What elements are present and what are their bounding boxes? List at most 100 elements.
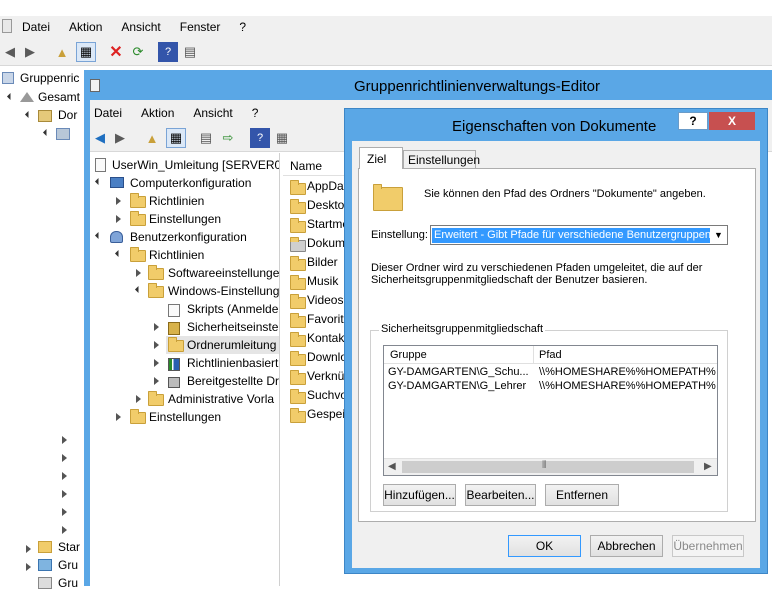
editor-menu-aktion[interactable]: Aktion (141, 106, 174, 120)
tree-redirect[interactable]: Ordnerumleitung (187, 336, 276, 354)
tree-gru1[interactable]: Gru (58, 556, 78, 574)
remove-button[interactable]: Entfernen (545, 484, 619, 506)
properties-icon[interactable]: ▦ (272, 128, 292, 148)
help-icon[interactable]: ? (250, 128, 270, 148)
expand-arrow-icon[interactable] (62, 508, 67, 516)
menu-help[interactable]: ? (239, 20, 246, 34)
list-item[interactable]: Musik (307, 272, 338, 290)
expand-arrow-icon[interactable] (154, 341, 159, 349)
up-folder-icon[interactable]: ▲ (142, 128, 162, 148)
tree-gpm[interactable]: Gruppenric (20, 69, 79, 87)
tab-ziel[interactable]: Ziel (359, 147, 403, 169)
list-item[interactable]: Videos (307, 291, 343, 309)
tree-qos[interactable]: Richtlinienbasiert (187, 354, 278, 372)
expand-arrow-icon[interactable] (62, 472, 67, 480)
list-item[interactable]: Startme (307, 215, 349, 233)
tree-windows[interactable]: Windows-Einstellung (168, 282, 279, 300)
list-item[interactable]: Suchvo (307, 386, 347, 404)
chevron-down-icon[interactable]: ▼ (710, 226, 727, 244)
show-tree-icon[interactable]: ▦ (76, 42, 96, 62)
add-button[interactable]: Hinzufügen... (383, 484, 456, 506)
table-row[interactable]: GY-DAMGARTEN\G_Lehrer \\%HOMESHARE%%HOME… (384, 380, 717, 394)
tree-computer[interactable]: Computerkonfiguration (130, 174, 251, 192)
tree-domains[interactable]: Dor (58, 106, 77, 124)
horizontal-scrollbar[interactable]: ◀ ⦀ ▶ (384, 458, 717, 475)
tree-security[interactable]: Sicherheitseinstel (187, 318, 279, 336)
list-header-name[interactable]: Name (290, 159, 322, 173)
expand-arrow-icon[interactable] (154, 377, 159, 385)
tree-printers[interactable]: Bereitgestellte Dr (187, 372, 279, 390)
tree-root[interactable]: UserWin_Umleitung [SERVER01. (112, 156, 279, 174)
list-item[interactable]: Kontak (307, 329, 344, 347)
tree-gru2[interactable]: Gru (58, 574, 78, 592)
menu-aktion[interactable]: Aktion (69, 20, 102, 34)
forward-arrow-icon[interactable]: ▶ (110, 128, 130, 148)
dialog-close-button[interactable]: X (709, 112, 755, 130)
up-folder-icon[interactable]: ▲ (52, 42, 72, 62)
expand-arrow-icon[interactable] (42, 128, 51, 137)
editor-menu-help[interactable]: ? (252, 106, 259, 120)
tree-c-settings[interactable]: Einstellungen (149, 210, 221, 228)
col-header-group[interactable]: Gruppe (384, 346, 534, 364)
list-item[interactable]: Dokum (307, 234, 345, 252)
list-item[interactable]: Verknü (307, 367, 344, 385)
tree-software[interactable]: Softwareeinstellunge (168, 264, 279, 282)
expand-arrow-icon[interactable] (26, 545, 31, 553)
show-tree-icon[interactable]: ▦ (166, 128, 186, 148)
list-item[interactable]: Downlo (307, 348, 347, 366)
tree-scripts[interactable]: Skripts (Anmelde (187, 300, 278, 318)
expand-arrow-icon[interactable] (114, 249, 123, 258)
expand-arrow-icon[interactable] (94, 231, 103, 240)
ok-button[interactable]: OK (508, 535, 581, 557)
expand-arrow-icon[interactable] (116, 413, 121, 421)
expand-arrow-icon[interactable] (6, 92, 15, 101)
export-icon[interactable]: ⇨ (218, 128, 238, 148)
dialog-help-button[interactable]: ? (678, 112, 708, 130)
tree-admin[interactable]: Administrative Vorla (168, 390, 274, 408)
expand-arrow-icon[interactable] (62, 526, 67, 534)
menu-datei[interactable]: Datei (22, 20, 50, 34)
list-view-icon[interactable]: ▤ (196, 128, 216, 148)
setting-select[interactable]: Erweitert - Gibt Pfade für verschiedene … (430, 225, 728, 245)
cancel-button[interactable]: Abbrechen (590, 535, 663, 557)
properties-icon[interactable]: ▤ (180, 42, 200, 62)
refresh-icon[interactable]: ⟳ (128, 42, 148, 62)
expand-arrow-icon[interactable] (134, 285, 143, 294)
forward-arrow-icon[interactable]: ▶ (20, 42, 40, 62)
expand-arrow-icon[interactable] (62, 436, 67, 444)
list-item[interactable]: AppDat (307, 177, 347, 195)
help-icon[interactable]: ? (158, 42, 178, 62)
tree-u-settings[interactable]: Einstellungen (149, 408, 221, 426)
list-item[interactable]: Bilder (307, 253, 338, 271)
tree-c-policies[interactable]: Richtlinien (149, 192, 204, 210)
back-arrow-icon[interactable]: ◀ (0, 42, 20, 62)
menu-ansicht[interactable]: Ansicht (121, 20, 160, 34)
scroll-right-icon[interactable]: ▶ (704, 461, 712, 472)
edit-button[interactable]: Bearbeiten... (465, 484, 536, 506)
back-arrow-icon[interactable]: ◀ (90, 128, 110, 148)
expand-arrow-icon[interactable] (62, 490, 67, 498)
tab-einstellungen[interactable]: Einstellungen (403, 150, 480, 169)
tree-gesamt[interactable]: Gesamt (38, 88, 80, 106)
expand-arrow-icon[interactable] (136, 395, 141, 403)
expand-arrow-icon[interactable] (26, 563, 31, 571)
apply-button[interactable]: Übernehmen (672, 535, 744, 557)
expand-arrow-icon[interactable] (136, 269, 141, 277)
expand-arrow-icon[interactable] (154, 323, 159, 331)
expand-arrow-icon[interactable] (116, 197, 121, 205)
tree-user[interactable]: Benutzerkonfiguration (130, 228, 247, 246)
scroll-thumb[interactable] (402, 461, 694, 473)
expand-arrow-icon[interactable] (62, 454, 67, 462)
expand-arrow-icon[interactable] (24, 110, 33, 119)
menu-fenster[interactable]: Fenster (180, 20, 221, 34)
delete-icon[interactable]: ✕ (106, 42, 126, 62)
tree-starter[interactable]: Star (58, 538, 80, 556)
expand-arrow-icon[interactable] (154, 359, 159, 367)
scroll-left-icon[interactable]: ◀ (388, 461, 396, 472)
expand-arrow-icon[interactable] (116, 215, 121, 223)
editor-menu-ansicht[interactable]: Ansicht (193, 106, 232, 120)
col-header-path[interactable]: Pfad (534, 346, 717, 364)
expand-arrow-icon[interactable] (94, 177, 103, 186)
tree-u-policies[interactable]: Richtlinien (149, 246, 204, 264)
editor-menu-datei[interactable]: Datei (94, 106, 122, 120)
